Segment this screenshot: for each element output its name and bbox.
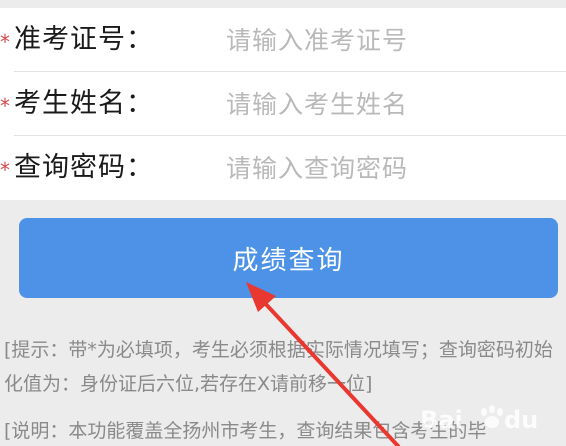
query-password-label: 查询密码：	[14, 152, 154, 183]
required-mark: *	[0, 94, 10, 118]
form-row-admission-number: * 准考证号：	[0, 8, 566, 72]
score-query-button[interactable]: 成绩查询	[19, 218, 558, 298]
query-password-input[interactable]	[226, 148, 546, 188]
query-form: * 准考证号： * 考生姓名： * 查询密码：	[0, 8, 566, 200]
student-name-input[interactable]	[226, 84, 546, 124]
required-mark: *	[0, 30, 10, 54]
score-query-page: * 准考证号： * 考生姓名： * 查询密码： 成绩查询 [提示：带*为必填项，…	[0, 0, 566, 446]
admission-number-label: 准考证号：	[14, 24, 154, 55]
required-mark: *	[0, 158, 10, 182]
note-text: [说明：本功能覆盖全扬州市考生，查询结果包含考生的毕	[4, 420, 487, 442]
student-name-label: 考生姓名：	[14, 88, 154, 119]
form-row-student-name: * 考生姓名：	[0, 72, 566, 136]
form-row-query-password: * 查询密码：	[0, 136, 566, 200]
admission-number-input[interactable]	[226, 20, 546, 60]
tip-text: [提示：带*为必填项，考生必须根据实际情况填写；查询密码初始化值为：身份证后六位…	[4, 339, 553, 395]
top-strip	[0, 0, 566, 8]
